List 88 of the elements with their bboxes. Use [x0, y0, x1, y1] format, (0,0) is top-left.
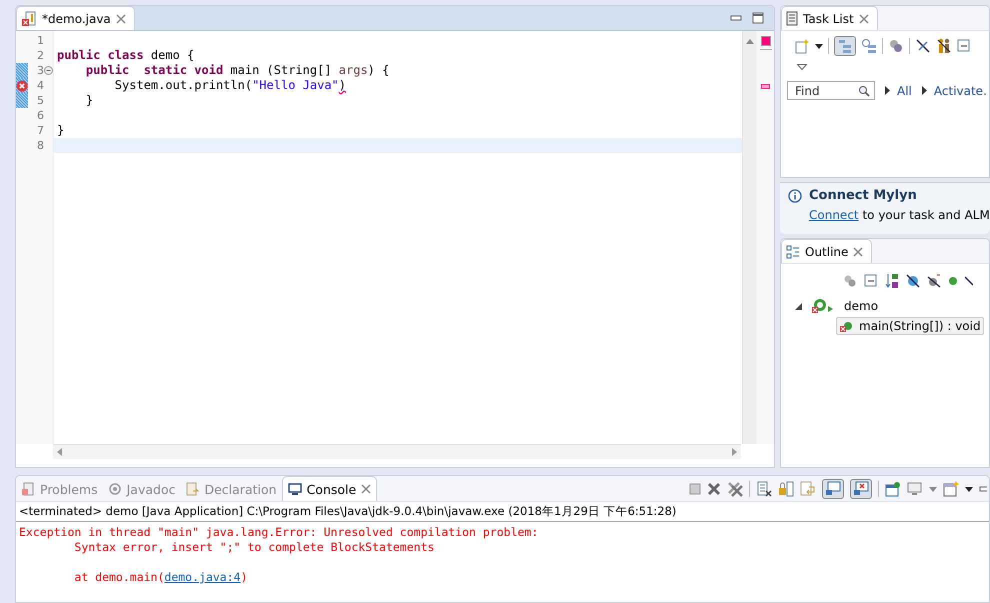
- outline-tab[interactable]: Outline: [781, 239, 872, 263]
- line-number: 1: [36, 34, 44, 47]
- monitor-icon: [288, 482, 302, 496]
- dropdown-icon[interactable]: [815, 44, 823, 48]
- hide-static-icon[interactable]: [927, 274, 941, 288]
- editor-tab[interactable]: *demo.java: [16, 6, 135, 30]
- info-icon: [788, 188, 802, 202]
- minimize-icon[interactable]: [979, 486, 987, 492]
- code-line: }: [57, 123, 64, 138]
- close-icon[interactable]: [361, 484, 372, 494]
- outline-item[interactable]: demo: [841, 297, 882, 315]
- filter-link[interactable]: All: [897, 84, 912, 98]
- display-console-icon[interactable]: [907, 481, 923, 497]
- document-icon: [786, 11, 798, 26]
- line-number: 8: [36, 139, 44, 152]
- hide-fields-icon[interactable]: [906, 274, 920, 288]
- repository-icon[interactable]: [888, 38, 904, 54]
- console-output: ): [240, 570, 248, 584]
- pin-console-icon[interactable]: [885, 481, 901, 497]
- hide-completed-icon[interactable]: [915, 38, 931, 54]
- connect-link[interactable]: Connect: [809, 208, 859, 222]
- code-line: System.out.println("Hello Java"): [114, 78, 346, 93]
- expand-arrow-icon[interactable]: [922, 86, 927, 95]
- code-line: public class demo {: [57, 48, 194, 63]
- show-output-toggle[interactable]: [822, 479, 844, 499]
- scrollbar[interactable]: [742, 31, 757, 444]
- code-line: }: [84, 93, 94, 108]
- scroll-right-icon[interactable]: [732, 448, 737, 456]
- code-line: public static void main (String[] args) {: [84, 63, 390, 78]
- mylyn-title: Connect Mylyn: [809, 188, 917, 203]
- public-member-icon[interactable]: [948, 276, 958, 286]
- monitor-error-icon: [853, 481, 869, 497]
- maximize-icon[interactable]: [752, 12, 764, 24]
- find-field[interactable]: Find: [787, 81, 875, 100]
- collapse-all-icon[interactable]: [864, 274, 878, 288]
- scroll-up-icon[interactable]: [746, 39, 754, 44]
- remove-all-icon[interactable]: [727, 481, 743, 497]
- close-icon[interactable]: [858, 14, 869, 24]
- java-file-error-icon: [21, 10, 37, 26]
- console-output: Exception in thread "main" java.lang.Error: Unresolved compilation problem:: [19, 525, 540, 539]
- line-number: 4: [36, 79, 44, 92]
- filter-link[interactable]: Activate.: [934, 84, 987, 98]
- scroll-lock-icon[interactable]: [778, 481, 794, 497]
- collapse-icon[interactable]: [44, 66, 53, 75]
- stack-trace-link[interactable]: demo.java:4: [164, 570, 241, 584]
- mylyn-description: to your task and ALM: [862, 208, 990, 222]
- close-icon[interactable]: [116, 14, 126, 24]
- view-tab[interactable]: Console: [282, 476, 378, 501]
- outline-item[interactable]: main(String[]) : void: [836, 317, 984, 335]
- repository-icon[interactable]: [843, 274, 857, 288]
- expand-arrow-icon[interactable]: [885, 86, 890, 95]
- tree-list-icon: [837, 38, 853, 54]
- categorized-toggle[interactable]: [834, 36, 856, 56]
- search-icon: [858, 85, 870, 97]
- sort-icon[interactable]: [885, 273, 899, 289]
- new-task-icon[interactable]: [794, 38, 810, 54]
- error-annotation-marker[interactable]: [761, 84, 770, 89]
- remove-launch-icon[interactable]: [707, 482, 721, 496]
- people-icon[interactable]: [936, 38, 952, 54]
- expand-arrow-icon[interactable]: [795, 302, 802, 310]
- class-error-icon: [811, 298, 835, 314]
- console-header: <terminated> demo [Java Application] C:\Program Files\Java\jdk-9.0.4\bin\javaw.exe (2018年1月29日 下午6:51:28): [16, 502, 989, 522]
- task-list-tab[interactable]: Task List: [781, 6, 878, 30]
- line-number: 5: [36, 94, 44, 107]
- horizontal-scrollbar[interactable]: [53, 444, 741, 459]
- method-error-icon: [839, 319, 855, 333]
- scheduled-list-icon[interactable]: [861, 38, 877, 54]
- view-menu-icon[interactable]: [797, 64, 807, 70]
- outline-icon: [786, 244, 800, 258]
- error-overview-marker: [760, 36, 770, 46]
- line-number: 3: [36, 64, 44, 77]
- monitor-icon: [825, 481, 841, 497]
- declaration-icon: [185, 482, 200, 496]
- show-error-toggle[interactable]: [850, 479, 872, 499]
- minimize-icon[interactable]: [730, 15, 742, 21]
- dropdown-icon[interactable]: [965, 486, 973, 492]
- line-number: 2: [36, 49, 44, 62]
- problems-icon: [21, 482, 35, 496]
- scroll-left-icon[interactable]: [57, 448, 62, 456]
- stop-icon[interactable]: [689, 483, 701, 495]
- console-output: at demo.main(: [73, 570, 164, 584]
- console-output: Syntax error, insert ";" to complete BlockStatements: [73, 540, 434, 554]
- line-number: 6: [36, 109, 44, 122]
- line-number: 7: [36, 124, 44, 137]
- clear-console-icon[interactable]: [756, 481, 772, 497]
- new-console-icon[interactable]: [943, 481, 959, 497]
- close-icon[interactable]: [853, 246, 864, 256]
- collapse-all-icon[interactable]: [957, 39, 971, 53]
